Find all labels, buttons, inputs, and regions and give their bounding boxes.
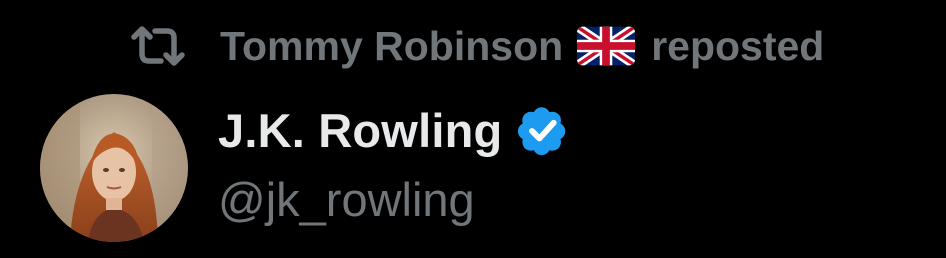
reposted-label: reposted [651,22,825,69]
reposter-name[interactable]: Tommy Robinson [220,23,563,70]
verified-badge-icon[interactable] [516,101,574,159]
author-handle[interactable]: @jk_rowling [218,172,475,227]
repost-header: Tommy Robinson reposted [128,18,824,74]
repost-icon [128,24,188,68]
avatar[interactable] [40,94,188,242]
author-name-row: J.K. Rowling [218,100,574,160]
author-display-name[interactable]: J.K. Rowling [218,103,502,158]
uk-flag-icon [577,26,636,66]
